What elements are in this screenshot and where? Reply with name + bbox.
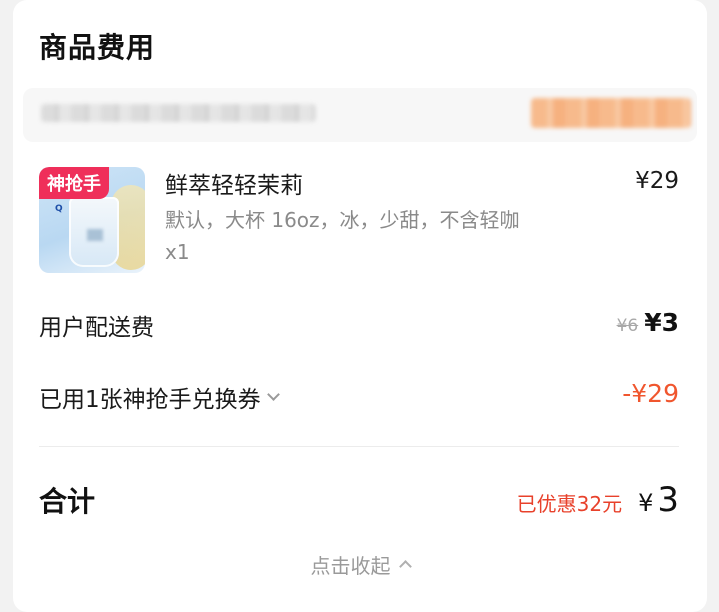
chevron-down-icon — [266, 387, 280, 401]
total-summary: 已优惠32元 ¥ 3 — [517, 480, 679, 520]
saved-amount: 已优惠32元 — [516, 492, 623, 516]
section-title: 商品费用 — [39, 31, 156, 64]
brand-logo: Q — [55, 204, 63, 214]
product-quantity: x1 — [165, 240, 190, 264]
collapse-button[interactable]: 点击收起 — [13, 550, 707, 579]
total-number: 3 — [657, 480, 679, 520]
coupon-row[interactable]: 已用1张神抢手兑换券 — [39, 380, 280, 414]
total-label: 合计 — [39, 485, 96, 518]
coupon-label: 已用1张神抢手兑换券 — [39, 387, 261, 413]
chevron-up-icon — [398, 560, 412, 573]
collapse-label: 点击收起 — [310, 554, 391, 578]
redacted-logo — [87, 229, 103, 241]
currency-symbol: ¥ — [638, 489, 654, 517]
divider — [39, 446, 679, 447]
product-badge: 神抢手 — [39, 167, 109, 199]
product-name[interactable]: 鲜萃轻轻茉莉 — [165, 166, 303, 200]
redacted-text — [41, 104, 316, 122]
product-price: ¥29 — [635, 168, 679, 194]
redacted-tag — [531, 98, 691, 128]
delivery-price: ¥3 — [644, 308, 679, 337]
product-spec: 默认，大杯 16oz，冰，少甜，不含轻咖 — [165, 208, 520, 232]
total-amount: ¥ 3 — [638, 480, 679, 520]
redacted-info-bar — [23, 88, 697, 142]
coupon-discount: -¥29 — [622, 379, 679, 408]
delivery-original-price: ¥6 — [616, 316, 639, 336]
delivery-fee-label: 用户配送费 — [39, 315, 154, 341]
product-image[interactable]: Q 神抢手 — [39, 167, 145, 273]
delivery-fee-value: ¥6 ¥3 — [617, 308, 679, 337]
cost-card: 商品费用 Q 神抢手 鲜萃轻轻茉莉 ¥29 默认，大杯 16oz，冰，少甜，不含… — [13, 0, 707, 612]
